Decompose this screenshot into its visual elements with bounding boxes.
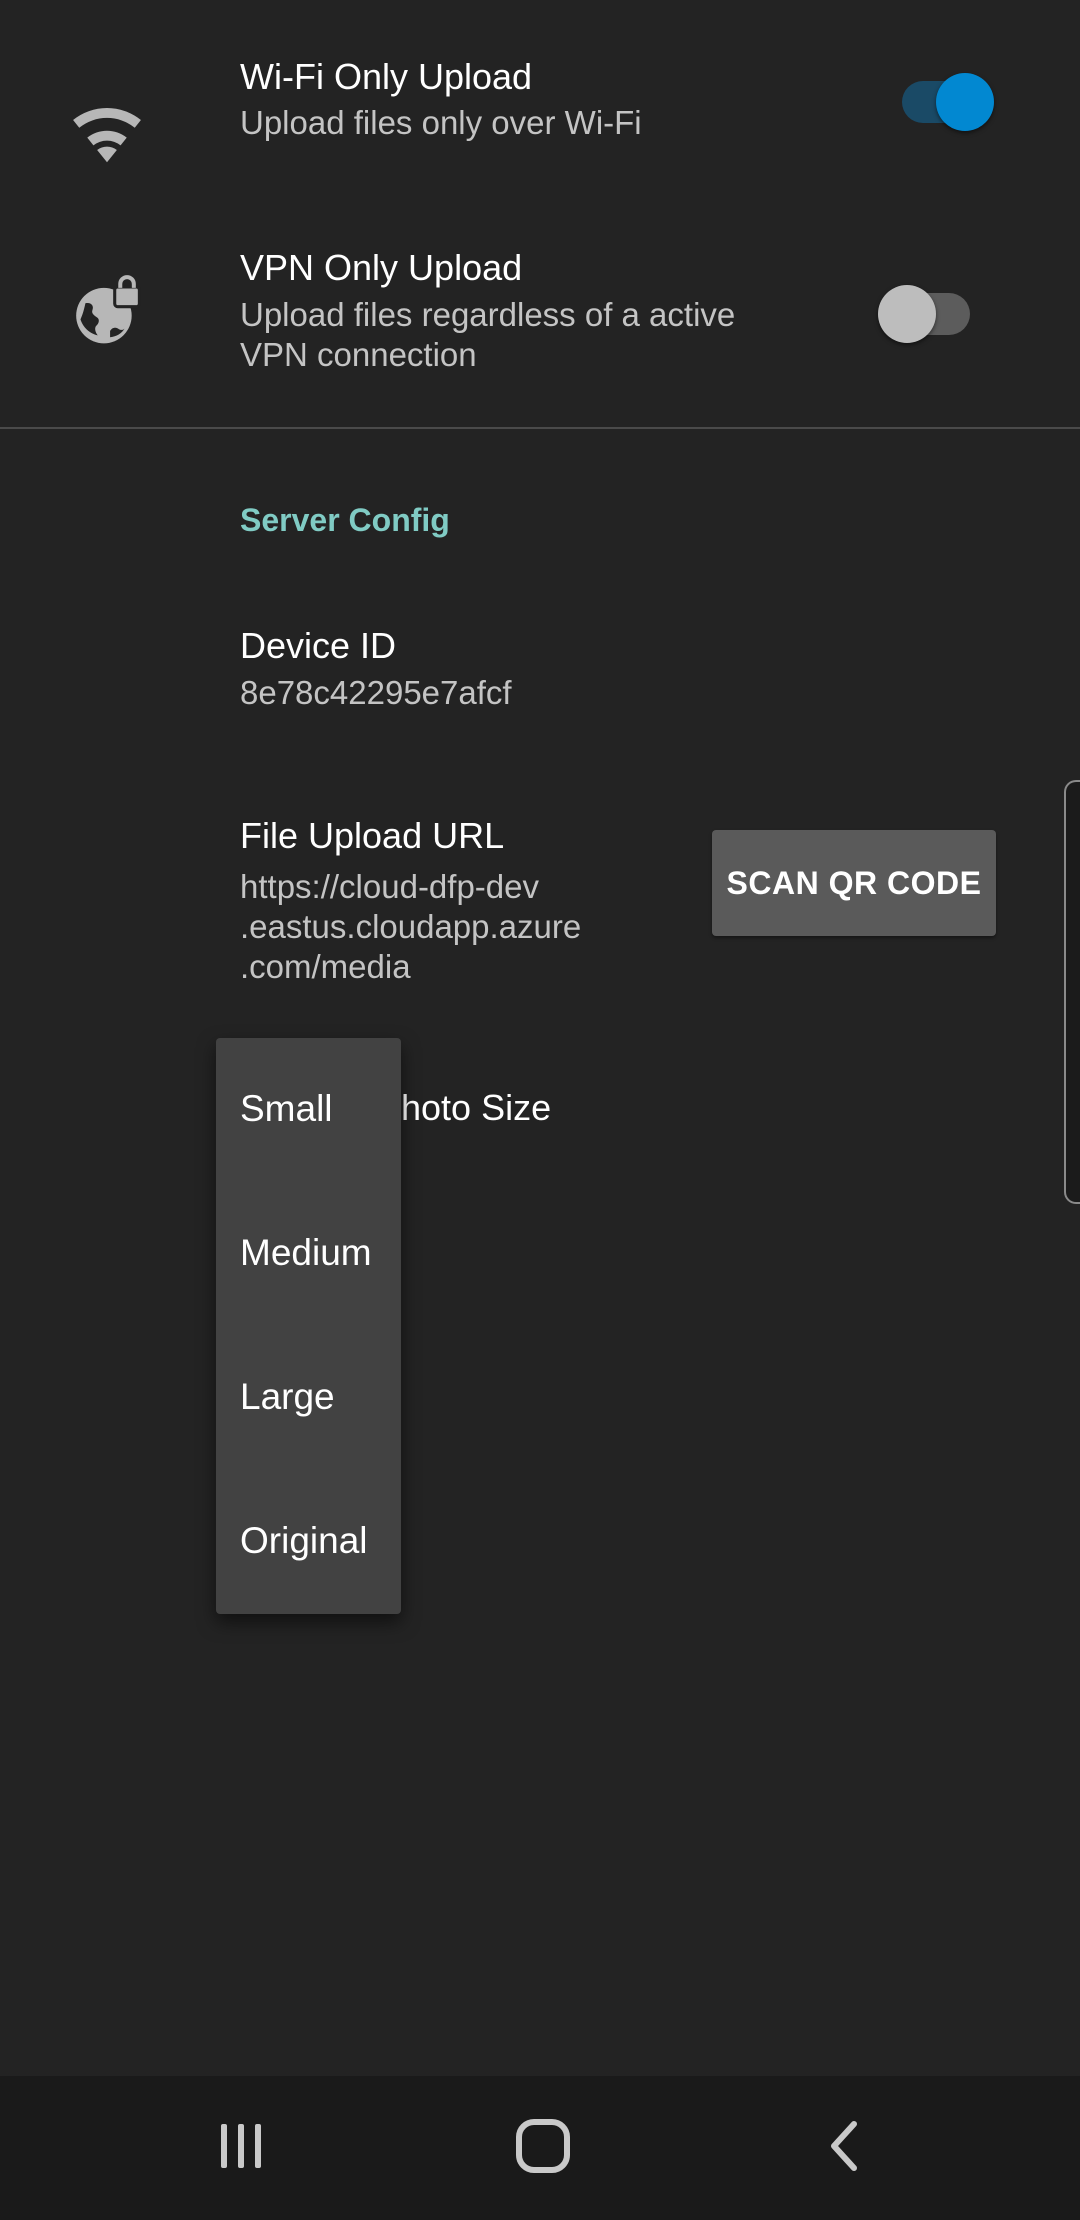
wifi-icon: [70, 96, 144, 170]
back-button[interactable]: [786, 2096, 906, 2200]
vpn-only-upload-summary-line1: Upload files regardless of a active: [240, 296, 736, 333]
menu-item-large[interactable]: Large: [240, 1376, 335, 1418]
wifi-only-upload-row[interactable]: Wi-Fi Only Upload Upload files only over…: [0, 40, 1080, 190]
file-upload-url-value-line3: .com/media: [240, 948, 411, 985]
menu-item-small[interactable]: Small: [240, 1088, 333, 1130]
menu-item-original[interactable]: Original: [240, 1520, 368, 1562]
menu-item-medium[interactable]: Medium: [240, 1232, 372, 1274]
back-icon: [816, 2116, 876, 2181]
device-id-title: Device ID: [240, 625, 397, 666]
file-upload-url-value-line1: https://cloud-dfp-dev: [240, 868, 539, 905]
home-icon: [512, 2115, 574, 2182]
wifi-only-upload-switch[interactable]: [896, 66, 996, 131]
photo-size-title: hoto Size: [401, 1087, 552, 1128]
recents-icon: [211, 2116, 271, 2181]
device-id-row[interactable]: Device ID 8e78c42295e7afcf: [0, 600, 1080, 730]
settings-screen: Wi-Fi Only Upload Upload files only over…: [0, 0, 1080, 2220]
file-upload-url-value-line2: .eastus.cloudapp.azure: [240, 908, 582, 945]
photo-size-menu: Small Medium Large Original: [216, 1038, 401, 1614]
vpn-only-upload-title: VPN Only Upload: [240, 247, 523, 288]
edge-panel-handle[interactable]: [1064, 780, 1080, 1204]
section-divider: [0, 427, 1080, 429]
wifi-only-upload-summary: Upload files only over Wi-Fi: [240, 104, 642, 141]
home-button[interactable]: [483, 2096, 603, 2200]
recents-button[interactable]: [181, 2096, 301, 2200]
vpn-only-upload-switch[interactable]: [876, 278, 976, 343]
system-navigation-bar: [0, 2076, 1080, 2220]
scan-qr-code-button[interactable]: SCAN QR CODE: [712, 830, 996, 936]
globe-lock-icon: [70, 274, 144, 348]
server-config-header: Server Config: [240, 502, 450, 538]
photo-size-row[interactable]: hoto Size: [0, 1070, 1080, 1160]
wifi-only-upload-title: Wi-Fi Only Upload: [240, 56, 533, 97]
vpn-only-upload-summary-line2: VPN connection: [240, 336, 477, 373]
device-id-value: 8e78c42295e7afcf: [240, 674, 512, 711]
file-upload-url-title: File Upload URL: [240, 815, 505, 856]
vpn-only-upload-row[interactable]: VPN Only Upload Upload files regardless …: [0, 234, 1080, 394]
